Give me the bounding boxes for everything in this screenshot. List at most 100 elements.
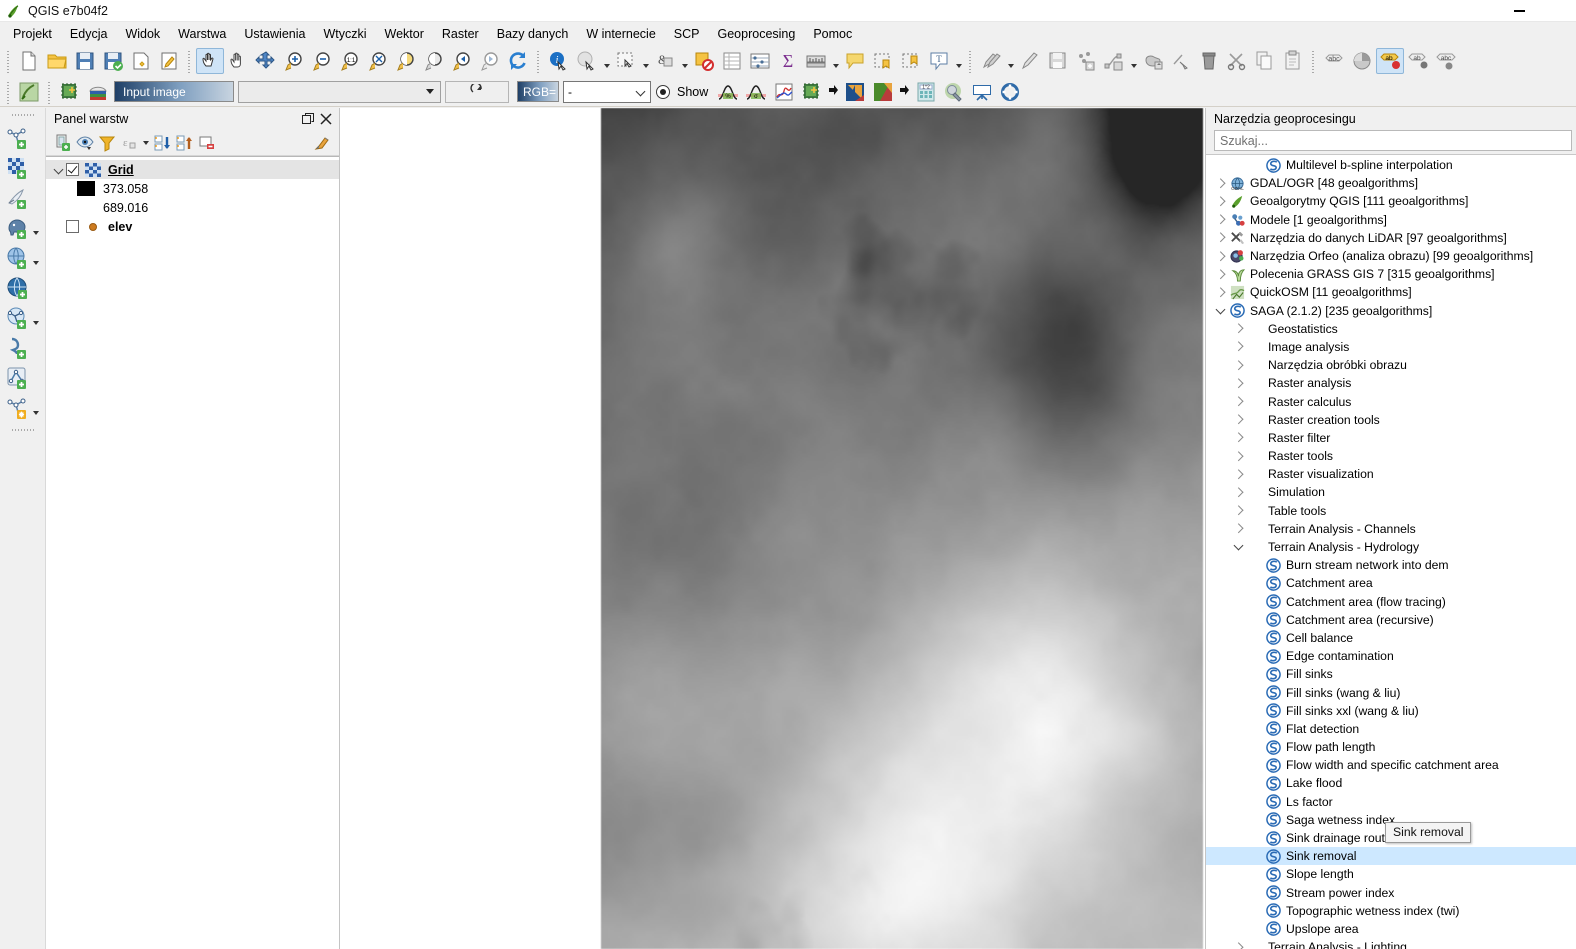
menu-raster[interactable]: Raster (433, 24, 488, 44)
undock-panel-button[interactable] (299, 110, 317, 128)
vertex-tool-button[interactable] (1167, 48, 1195, 74)
algorithm-item[interactable]: Burn stream network into dem (1206, 556, 1576, 574)
new-project-button[interactable] (15, 48, 43, 74)
chevron-right-icon[interactable] (1230, 507, 1246, 514)
algorithm-item[interactable]: Multilevel b-spline interpolation (1206, 156, 1576, 174)
refresh-map-button[interactable] (504, 48, 532, 74)
filter-legend-button[interactable] (96, 132, 118, 154)
zoom-to-selection-button[interactable] (392, 48, 420, 74)
add-virtual-layer-button[interactable] (5, 335, 31, 361)
paste-features-button[interactable] (1279, 48, 1307, 74)
chevron-right-icon[interactable] (1212, 216, 1228, 223)
algorithm-group-item[interactable]: Polecenia GRASS GIS 7 [315 geoalgorithms… (1206, 265, 1576, 283)
show-hide-labels-button[interactable]: abc (1432, 48, 1460, 74)
algorithm-group-item[interactable]: Table tools (1206, 502, 1576, 520)
add-raster-layer-button[interactable] (5, 155, 31, 181)
wfs-dropdown[interactable] (31, 305, 42, 331)
add-postgis-layer-button[interactable] (5, 215, 31, 241)
open-attribute-table-button[interactable] (718, 48, 746, 74)
select-features-dropdown[interactable] (601, 48, 612, 74)
legend-entry-max[interactable]: 689.016 (46, 198, 339, 217)
toolbar-grip-attr[interactable] (535, 49, 542, 73)
algorithm-group-item[interactable]: Narzędzia obróbki obrazu (1206, 356, 1576, 374)
algorithm-item[interactable]: Sink removal (1206, 847, 1576, 866)
rgb-show-radio[interactable] (656, 84, 670, 99)
new-shapefile-layer-button[interactable] (5, 365, 31, 391)
chevron-right-icon[interactable] (1212, 289, 1228, 296)
field-calculator-button[interactable] (746, 48, 774, 74)
algorithm-item[interactable]: Ls factor (1206, 793, 1576, 811)
toolbar-grip[interactable] (5, 49, 12, 73)
toolbar-grip-nav[interactable] (186, 49, 193, 73)
algorithm-group-item[interactable]: Simulation (1206, 483, 1576, 501)
move-feature-button[interactable] (1139, 48, 1167, 74)
raster-toolbar-grip2[interactable] (46, 79, 53, 104)
style-manager-button[interactable] (1348, 48, 1376, 74)
menu-warstwa[interactable]: Warstwa (169, 24, 235, 44)
chevron-right-icon[interactable] (1230, 416, 1246, 423)
scp-dock-button[interactable] (15, 79, 43, 105)
chevron-right-icon[interactable] (1230, 434, 1246, 441)
add-point-feature-button[interactable] (1072, 48, 1100, 74)
add-delimited-text-layer-button[interactable] (5, 185, 31, 211)
chevron-right-icon[interactable] (1230, 380, 1246, 387)
algorithm-item[interactable]: Catchment area (1206, 574, 1576, 592)
zoom-to-layer-button[interactable] (420, 48, 448, 74)
add-feature-dropdown[interactable] (1128, 48, 1139, 74)
algorithm-item[interactable]: Upslope area (1206, 920, 1576, 938)
measure-line-button[interactable] (802, 48, 830, 74)
raster-toolbar-grip[interactable] (5, 79, 12, 104)
algorithm-item[interactable]: Catchment area (flow tracing) (1206, 593, 1576, 611)
algorithm-item[interactable]: Lake flood (1206, 774, 1576, 792)
chevron-right-icon[interactable] (1230, 944, 1246, 949)
menu-wtyczki[interactable]: Wtyczki (314, 24, 375, 44)
chevron-right-icon[interactable] (1230, 471, 1246, 478)
algorithm-group-item[interactable]: Geoalgorytmy QGIS [111 geoalgorithms] (1206, 192, 1576, 210)
pan-hand-button[interactable] (224, 48, 252, 74)
show-bookmarks-button[interactable] (897, 48, 925, 74)
legend-entry-min[interactable]: 373.058 (46, 179, 339, 198)
deselect-features-button[interactable] (690, 48, 718, 74)
map-canvas[interactable] (340, 108, 1205, 949)
postgis-dropdown[interactable] (31, 215, 42, 241)
filter-legend-by-expression-button[interactable]: ε (118, 132, 140, 154)
select-by-rectangle-button[interactable] (612, 48, 640, 74)
layout-manager-button[interactable] (155, 48, 183, 74)
copy-features-button[interactable] (1251, 48, 1279, 74)
layers-tree[interactable]: Grid 373.058 689.016 elev (46, 156, 339, 949)
new-print-layout-button[interactable] (127, 48, 155, 74)
menu-widok[interactable]: Widok (116, 24, 169, 44)
chevron-down-icon[interactable] (50, 166, 66, 174)
annotation-dropdown[interactable] (953, 48, 964, 74)
save-project-as-button[interactable] (99, 48, 127, 74)
zoom-out-button[interactable] (308, 48, 336, 74)
delete-selected-button[interactable] (1195, 48, 1223, 74)
collapse-all-button[interactable] (174, 132, 196, 154)
filter-expression-dropdown[interactable] (140, 132, 152, 154)
zoom-last-button[interactable] (448, 48, 476, 74)
pan-to-selection-button[interactable] (252, 48, 280, 74)
algorithm-group-item[interactable]: Narzędzia Orfeo (analiza obrazu) [99 geo… (1206, 247, 1576, 265)
algorithm-item[interactable]: Fill sinks (1206, 665, 1576, 683)
refresh-input-image-button[interactable] (445, 80, 509, 103)
spectral-plot-button[interactable] (770, 79, 798, 105)
algorithm-group-item[interactable]: Raster calculus (1206, 392, 1576, 410)
select-by-expression-button[interactable]: & (651, 48, 679, 74)
preview-classification-left-button[interactable] (841, 79, 869, 105)
spatialite-dropdown[interactable] (31, 245, 42, 271)
menu-geoprocesing[interactable]: Geoprocesing (709, 24, 805, 44)
algorithm-group-item[interactable]: Raster visualization (1206, 465, 1576, 483)
pin-labels-button[interactable]: ab (1404, 48, 1432, 74)
manage-map-themes-button[interactable] (74, 132, 96, 154)
algorithm-group-item[interactable]: SAGA (2.1.2) [235 geoalgorithms] (1206, 302, 1576, 320)
roi-creation-button[interactable] (798, 79, 826, 105)
algorithm-group-item[interactable]: Image analysis (1206, 338, 1576, 356)
identify-features-button[interactable]: i (545, 48, 573, 74)
new-bookmark-button[interactable] (869, 48, 897, 74)
processing-search-input[interactable]: Szukaj... (1214, 130, 1572, 151)
add-wms-layer-button[interactable] (5, 275, 31, 301)
algorithm-group-item[interactable]: Terrain Analysis - Channels (1206, 520, 1576, 538)
chevron-down-icon[interactable] (1230, 543, 1246, 551)
vtools-grip-bottom[interactable] (11, 427, 34, 434)
zoom-next-button[interactable] (476, 48, 504, 74)
